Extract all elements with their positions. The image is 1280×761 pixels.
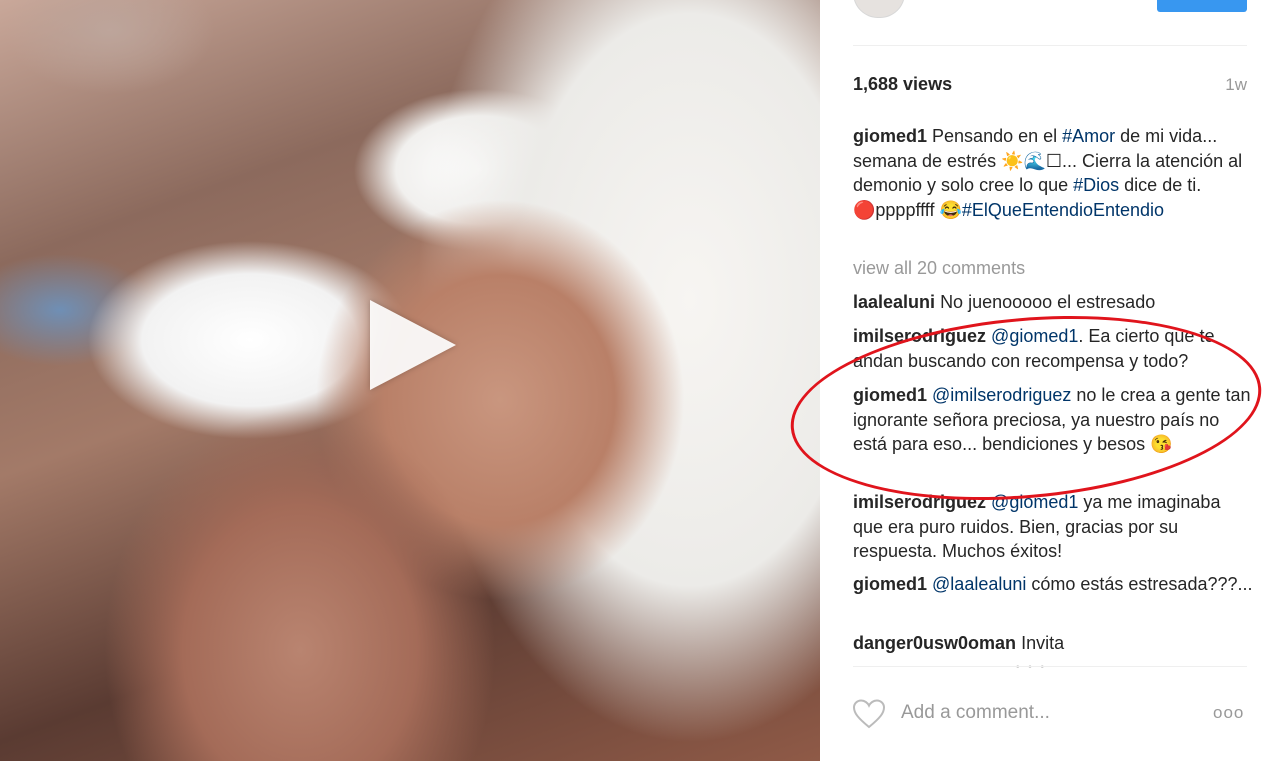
comment-username[interactable]: danger0usw0oman xyxy=(853,633,1016,653)
follow-button[interactable] xyxy=(1157,0,1247,12)
play-icon[interactable] xyxy=(370,300,456,390)
caption-text: Pensando en el xyxy=(932,126,1063,146)
comment-item: danger0usw0oman Invita xyxy=(853,631,1253,656)
add-comment-input[interactable]: Add a comment... xyxy=(901,702,1050,724)
comment-item: imilserodriguez @giomed1. Ea cierto que … xyxy=(853,324,1253,373)
divider xyxy=(853,666,1247,667)
caption-username[interactable]: giomed1 xyxy=(853,126,927,146)
post-time[interactable]: 1w xyxy=(1225,75,1247,95)
comment-username[interactable]: imilserodriguez xyxy=(853,326,986,346)
comment-text: No juenooooo el estresado xyxy=(940,292,1156,312)
views-count: 1,688 views xyxy=(853,74,953,94)
loading-dots-icon: • • • xyxy=(1016,662,1048,673)
caption-hashtag[interactable]: #ElQueEntendioEntendio xyxy=(962,200,1164,220)
view-all-comments-link[interactable]: view all 20 comments xyxy=(853,258,1025,279)
caption-hashtag[interactable]: #Amor xyxy=(1062,126,1115,146)
post-caption: giomed1 Pensando en el #Amor de mi vida.… xyxy=(853,124,1253,222)
post-video[interactable] xyxy=(0,0,820,761)
caption-hashtag[interactable]: #Dios xyxy=(1073,175,1119,195)
comment-mention[interactable]: @imilserodriguez xyxy=(932,385,1071,405)
comment-item: giomed1 @imilserodriguez no le crea a ge… xyxy=(853,383,1253,457)
comment-text: cómo estás estresada???... xyxy=(1026,574,1253,594)
comment-username[interactable]: imilserodriguez xyxy=(853,492,986,512)
comment-item: giomed1 @laalealuni cómo estás estresada… xyxy=(853,572,1253,597)
comment-text: Invita xyxy=(1021,633,1065,653)
comment-username[interactable]: laalealuni xyxy=(853,292,935,312)
comment-item: laalealuni No juenooooo el estresado xyxy=(853,290,1253,315)
comment-mention[interactable]: @giomed1 xyxy=(991,492,1078,512)
divider xyxy=(853,45,1247,46)
comment-mention[interactable]: @giomed1 xyxy=(991,326,1078,346)
comment-username[interactable]: giomed1 xyxy=(853,385,927,405)
heart-icon[interactable] xyxy=(852,698,886,730)
comment-username[interactable]: giomed1 xyxy=(853,574,927,594)
comment-item: imilserodriguez @giomed1 ya me imaginaba… xyxy=(853,490,1253,564)
comment-mention[interactable]: @laalealuni xyxy=(932,574,1026,594)
more-options-icon[interactable]: ooo xyxy=(1213,703,1244,723)
caption-text: 😂 xyxy=(939,199,962,220)
